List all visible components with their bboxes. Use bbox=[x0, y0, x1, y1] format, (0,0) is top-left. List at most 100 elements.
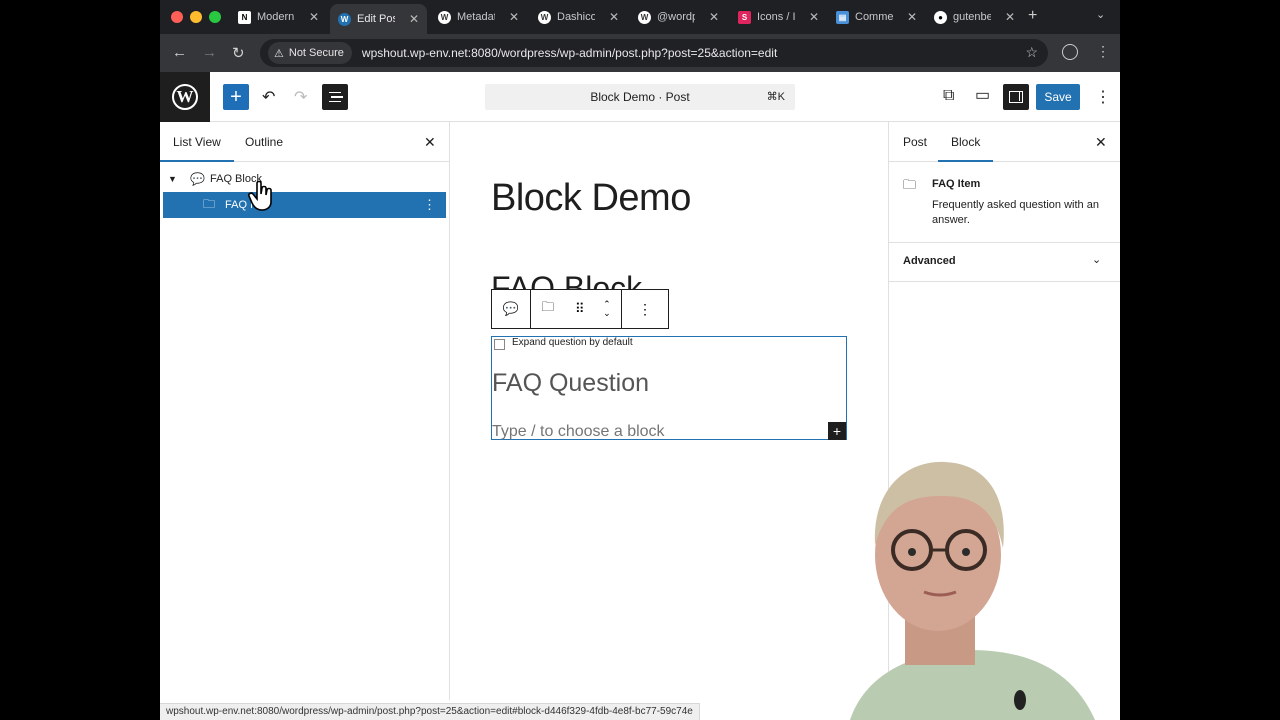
hand-cursor-icon bbox=[248, 180, 272, 211]
zoom-window-button[interactable] bbox=[209, 11, 221, 23]
chevron-down-icon[interactable]: ▼ bbox=[168, 174, 184, 184]
device-preview-icon[interactable]: ▭ bbox=[975, 85, 990, 105]
document-title: Block Demo · Post bbox=[590, 90, 690, 104]
sidebar-icon bbox=[1009, 91, 1023, 103]
new-tab-button[interactable]: + bbox=[1028, 7, 1037, 25]
block-placeholder[interactable]: Type / to choose a block bbox=[492, 423, 665, 441]
tree-item-faq-item[interactable]: 🗀 FAQ I ⋮ bbox=[163, 192, 446, 218]
close-icon[interactable]: ✕ bbox=[809, 10, 819, 24]
wordpress-icon: W bbox=[338, 12, 351, 26]
close-icon[interactable]: ✕ bbox=[1005, 10, 1015, 24]
browser-tab[interactable]: ● gutenberg ✕ bbox=[926, 4, 1023, 30]
close-icon[interactable]: ✕ bbox=[907, 10, 917, 24]
editor-header: W + ↶ ↷ Block Demo · Post ⌘K ⧉ ▭ Save ⋮ bbox=[160, 72, 1120, 122]
faq-item-block[interactable]: Expand question by default FAQ Question … bbox=[491, 336, 847, 440]
close-icon[interactable]: ✕ bbox=[609, 10, 619, 24]
wordpress-logo-button[interactable]: W bbox=[160, 72, 210, 122]
wordpress-icon: W bbox=[172, 84, 198, 110]
folder-icon: 🗀 bbox=[903, 177, 917, 192]
wordpress-icon: W bbox=[438, 10, 451, 24]
tab-title: gutenberg bbox=[953, 11, 991, 23]
tab-post[interactable]: Post bbox=[903, 135, 927, 149]
reload-icon[interactable]: ↻ bbox=[232, 44, 245, 62]
browser-tab[interactable]: N Modern ✕ bbox=[230, 4, 327, 30]
browser-tab[interactable]: W @wordpress ✕ bbox=[630, 4, 727, 30]
close-icon[interactable]: ✕ bbox=[309, 10, 319, 24]
advanced-label: Advanced bbox=[903, 255, 956, 267]
close-window-button[interactable] bbox=[171, 11, 183, 23]
tab-block[interactable]: Block bbox=[937, 135, 994, 162]
save-button[interactable]: Save bbox=[1036, 84, 1080, 110]
tab-title: @wordpress bbox=[657, 11, 695, 23]
tab-search-chevron-icon[interactable]: ⌄ bbox=[1096, 8, 1105, 21]
tab-title: Edit Post bbox=[357, 13, 395, 25]
notion-icon: N bbox=[238, 10, 251, 24]
post-title[interactable]: Block Demo bbox=[491, 177, 691, 220]
folder-icon[interactable]: 🗀 bbox=[541, 298, 554, 320]
security-label: Not Secure bbox=[288, 47, 344, 59]
browser-menu-icon[interactable]: ⋮ bbox=[1096, 43, 1110, 60]
command-palette-bar[interactable]: Block Demo · Post ⌘K bbox=[485, 84, 795, 110]
tab-title: Modern bbox=[257, 11, 295, 23]
browser-tab[interactable]: W Metadata ✕ bbox=[430, 4, 527, 30]
url-text[interactable]: wpshout.wp-env.net:8080/wordpress/wp-adm… bbox=[362, 46, 777, 60]
tab-list-view[interactable]: List View bbox=[160, 135, 234, 162]
redo-icon[interactable]: ↷ bbox=[294, 87, 307, 107]
comments-block-icon: 💬 bbox=[502, 301, 520, 316]
settings-toggle-button[interactable] bbox=[1003, 84, 1029, 110]
close-icon[interactable]: ✕ bbox=[409, 12, 419, 26]
advanced-panel-toggle[interactable]: Advanced ⌄ bbox=[889, 242, 1120, 282]
undo-icon[interactable]: ↶ bbox=[262, 87, 275, 107]
tab-outline[interactable]: Outline bbox=[245, 135, 283, 149]
block-inserter-button[interactable]: + bbox=[223, 84, 249, 110]
drag-handle-icon[interactable]: ⠿ bbox=[575, 301, 584, 317]
browser-tab-active[interactable]: W Edit Post ✕ bbox=[330, 4, 428, 34]
block-toolbar: 💬 🗀 ⠿ ⌃ ⌄ ⋮ bbox=[491, 289, 669, 329]
forward-arrow-icon[interactable]: → bbox=[202, 44, 217, 61]
icons-icon: S bbox=[738, 10, 751, 24]
warning-icon: ⚠ bbox=[274, 47, 284, 60]
list-panel-tabs: List View Outline ✕ bbox=[160, 122, 449, 162]
expand-checkbox[interactable] bbox=[494, 339, 505, 350]
wordpress-icon: W bbox=[638, 10, 651, 24]
tab-title: Dashicons bbox=[557, 11, 595, 23]
comments-block-icon: 💬 bbox=[190, 172, 205, 186]
block-name: FAQ Item bbox=[932, 178, 981, 190]
bookmark-star-icon[interactable]: ☆ bbox=[1025, 44, 1038, 61]
close-icon[interactable]: ✕ bbox=[509, 10, 519, 24]
shortcut-hint: ⌘K bbox=[766, 91, 785, 103]
block-options-icon[interactable]: ⋮ bbox=[423, 197, 436, 213]
faq-question[interactable]: FAQ Question bbox=[492, 369, 649, 398]
wordpress-icon: W bbox=[538, 10, 551, 24]
tab-title: Metadata bbox=[457, 11, 495, 23]
options-icon: ⋮ bbox=[638, 300, 652, 317]
tab-strip: N Modern ✕ W Edit Post ✕ W Metadata ✕ W … bbox=[160, 0, 1120, 34]
browser-tab[interactable]: ▤ Comments ✕ bbox=[828, 4, 925, 30]
presenter-webcam bbox=[850, 461, 1095, 720]
back-arrow-icon[interactable]: ← bbox=[172, 44, 187, 61]
external-link-icon[interactable]: ⧉ bbox=[943, 87, 954, 105]
browser-tab[interactable]: W Dashicons ✕ bbox=[530, 4, 627, 30]
move-up-down-icon[interactable]: ⌃ ⌄ bbox=[603, 300, 611, 318]
parent-block-button[interactable]: 💬 bbox=[492, 290, 531, 328]
minimize-window-button[interactable] bbox=[190, 11, 202, 23]
options-menu-icon[interactable]: ⋮ bbox=[1095, 87, 1111, 107]
profile-icon[interactable] bbox=[1062, 44, 1078, 60]
address-bar[interactable]: ⚠ Not Secure wpshout.wp-env.net:8080/wor… bbox=[260, 39, 1048, 67]
browser-tab[interactable]: S Icons / Icons ✕ bbox=[730, 4, 827, 30]
tab-title: Icons / Icons bbox=[757, 11, 795, 23]
browser-toolbar: ← → ↻ ⚠ Not Secure wpshout.wp-env.net:80… bbox=[160, 34, 1120, 72]
block-options-button[interactable]: ⋮ bbox=[622, 290, 668, 328]
list-view-panel: List View Outline ✕ ▼ 💬 FAQ Block 🗀 FAQ … bbox=[160, 122, 450, 700]
block-description: Frequently asked question with an answer… bbox=[932, 199, 1099, 226]
add-block-button[interactable]: + bbox=[828, 422, 846, 440]
document-overview-button[interactable] bbox=[322, 84, 348, 110]
checkbox-label: Expand question by default bbox=[512, 337, 633, 348]
security-chip[interactable]: ⚠ Not Secure bbox=[268, 42, 352, 64]
close-icon[interactable]: ✕ bbox=[709, 10, 719, 24]
close-icon[interactable]: ✕ bbox=[424, 134, 436, 151]
close-icon[interactable]: ✕ bbox=[1095, 134, 1107, 151]
folder-icon: 🗀 bbox=[203, 196, 216, 211]
github-icon: ● bbox=[934, 10, 947, 24]
tree-item-faq-block[interactable]: ▼ 💬 FAQ Block bbox=[163, 166, 446, 192]
